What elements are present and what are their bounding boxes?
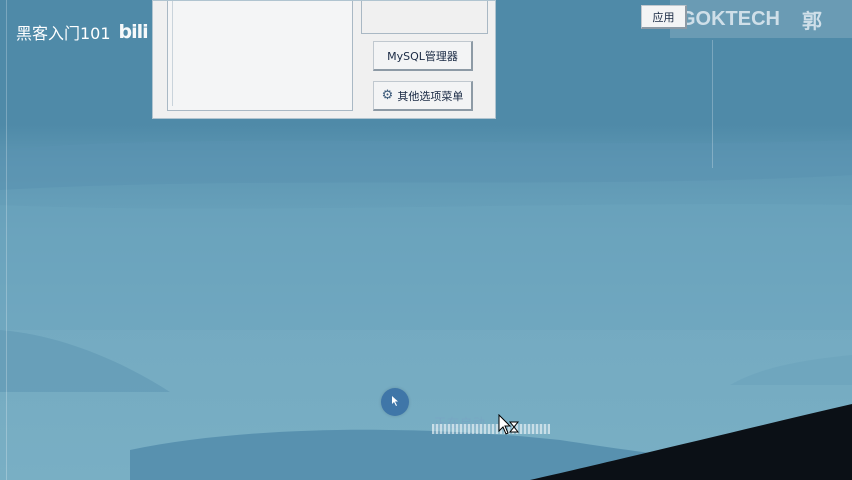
gear-icon: ⚙ <box>381 88 394 103</box>
caption-streak <box>432 424 550 434</box>
apply-button-label: 应用 <box>652 10 675 24</box>
apply-button[interactable]: 应用 <box>641 5 687 29</box>
channel-overlay: 黑客入门101 bili <box>16 20 149 44</box>
mysql-manager-button[interactable]: MySQL管理器 <box>373 41 473 71</box>
wallpaper-band-upper <box>0 140 852 190</box>
channel-name: 黑客入门101 <box>16 24 111 43</box>
settings-dialog: 应用 MySQL管理器 ⚙ 其他选项菜单 <box>152 0 687 119</box>
loading-indicator <box>381 388 409 416</box>
busy-cursor-icon <box>498 414 520 435</box>
mouse-pointer-icon <box>392 396 398 406</box>
right-edge-line <box>712 40 713 168</box>
wallpaper-hill-right <box>730 355 852 385</box>
watermark-text: GOKTECH <box>680 7 780 30</box>
wallpaper-hill-left <box>0 330 170 392</box>
service-list-panel[interactable] <box>167 1 353 111</box>
other-options-menu-button[interactable]: ⚙ 其他选项菜单 <box>373 81 473 111</box>
watermark-char: 郭 <box>802 10 822 33</box>
bilibili-logo: bili <box>118 21 149 43</box>
wallpaper-band-mid <box>0 203 852 330</box>
left-edge-line <box>6 0 7 480</box>
goktech-watermark: GOKTECH 郭 <box>670 0 852 38</box>
mysql-manager-label: MySQL管理器 <box>387 49 458 63</box>
apply-group-frame: 应用 <box>361 1 687 34</box>
other-options-label: 其他选项菜单 <box>397 89 464 103</box>
